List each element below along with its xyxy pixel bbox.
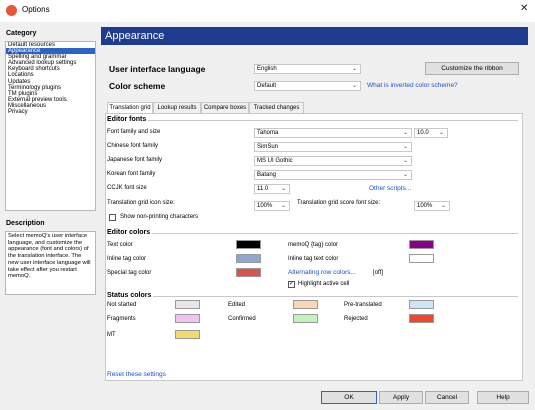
fragments-swatch[interactable] xyxy=(175,314,200,323)
title-bar: Options ✕ xyxy=(0,0,535,22)
chinese-font-select[interactable]: SimSun ⌄ xyxy=(254,142,412,152)
description-text: Select memoQ's user interface language, … xyxy=(5,231,96,295)
alternating-row-state: [off] xyxy=(373,270,383,276)
mt-swatch[interactable] xyxy=(175,330,200,339)
window-title: Options xyxy=(22,5,50,14)
chevron-down-icon: ⌄ xyxy=(280,203,286,209)
category-list[interactable]: Default resources Appearance Spelling an… xyxy=(5,41,96,211)
check-icon: ✓ xyxy=(289,281,295,287)
highlight-active-cell-label: Highlight active cell xyxy=(298,281,350,287)
divider xyxy=(152,233,518,234)
show-nonprinting-checkbox[interactable] xyxy=(109,214,116,221)
chevron-down-icon: ⌄ xyxy=(402,158,408,164)
apply-button[interactable]: Apply xyxy=(379,391,423,404)
edited-label: Edited xyxy=(228,302,246,308)
rejected-label: Rejected xyxy=(344,316,368,322)
close-icon[interactable]: ✕ xyxy=(520,3,528,14)
memoq-tag-color-swatch[interactable] xyxy=(409,240,434,249)
ok-button[interactable]: OK xyxy=(321,391,377,404)
reset-settings-link[interactable]: Reset these settings xyxy=(107,371,166,378)
chevron-down-icon: ⌄ xyxy=(351,83,357,89)
chevron-down-icon: ⌄ xyxy=(440,203,446,209)
grid-icon-size-select[interactable]: 100% ⌄ xyxy=(254,201,290,211)
grid-score-size-select[interactable]: 100% ⌄ xyxy=(414,201,450,211)
pretranslated-label: Pre-translated xyxy=(344,302,382,308)
font-family-select[interactable]: Tahoma ⌄ xyxy=(254,128,412,138)
chevron-down-icon: ⌄ xyxy=(351,66,357,72)
not-started-label: Not started xyxy=(107,302,137,308)
ui-language-value: English xyxy=(257,66,277,72)
japanese-font-value: MS UI Gothic xyxy=(257,158,293,164)
korean-font-value: Batang xyxy=(257,172,277,178)
other-scripts-link[interactable]: Other scripts... xyxy=(369,185,411,192)
ui-language-select[interactable]: English ⌄ xyxy=(254,64,361,74)
chevron-down-icon: ⌄ xyxy=(280,186,286,192)
chevron-down-icon: ⌄ xyxy=(402,130,408,136)
editor-fonts-title: Editor fonts xyxy=(107,116,147,123)
special-tag-color-swatch[interactable] xyxy=(236,268,261,277)
help-button[interactable]: Help xyxy=(477,391,529,404)
grid-icon-size-label: Translation grid icon size: xyxy=(107,200,175,206)
japanese-font-select[interactable]: MS UI Gothic ⌄ xyxy=(254,156,412,166)
text-color-swatch[interactable] xyxy=(236,240,261,249)
ccjk-size-select[interactable]: 11.0 ⌄ xyxy=(254,184,290,194)
text-color-label: Text color xyxy=(107,242,133,248)
chevron-down-icon: ⌄ xyxy=(402,172,408,178)
color-scheme-select[interactable]: Default ⌄ xyxy=(254,81,361,91)
japanese-font-label: Japanese font family xyxy=(107,157,163,163)
inverted-scheme-link[interactable]: What is inverted color scheme? xyxy=(367,82,458,89)
mt-label: MT xyxy=(107,332,116,338)
inline-tag-color-label: Inline tag color xyxy=(107,256,147,262)
rejected-swatch[interactable] xyxy=(409,314,434,323)
memoq-tag-color-label: memoQ {tag} color xyxy=(288,242,339,248)
font-size-value: 10.0 xyxy=(417,130,429,136)
inline-tag-text-color-label: Inline tag text color xyxy=(288,256,339,262)
divider xyxy=(153,296,518,297)
chevron-down-icon: ⌄ xyxy=(438,130,444,136)
grid-icon-size-value: 100% xyxy=(257,203,273,209)
ccjk-size-label: CCJK font size xyxy=(107,185,147,191)
confirmed-swatch[interactable] xyxy=(293,314,318,323)
sidebar-item-privacy[interactable]: Privacy xyxy=(6,109,95,115)
ccjk-size-value: 11.0 xyxy=(257,186,269,192)
ui-language-label: User interface language xyxy=(109,64,206,74)
chinese-font-value: SimSun xyxy=(257,144,279,150)
alternating-row-colors-link[interactable]: Alternating row colors... xyxy=(288,269,356,276)
font-family-label: Font family and size xyxy=(107,129,161,135)
grid-score-size-value: 100% xyxy=(417,203,433,209)
not-started-swatch[interactable] xyxy=(175,300,200,309)
chevron-down-icon: ⌄ xyxy=(402,144,408,150)
pretranslated-swatch[interactable] xyxy=(409,300,434,309)
fragments-label: Fragments xyxy=(107,316,136,322)
highlight-active-cell-checkbox[interactable]: ✓ xyxy=(288,281,295,288)
special-tag-color-label: Special tag color xyxy=(107,270,152,276)
editor-colors-title: Editor colors xyxy=(107,229,151,236)
page-title: Appearance xyxy=(101,27,528,45)
status-colors-title: Status colors xyxy=(107,292,152,299)
cancel-button[interactable]: Cancel xyxy=(425,391,469,404)
chinese-font-label: Chinese font family xyxy=(107,143,159,149)
show-nonprinting-label: Show non-printing characters xyxy=(120,214,199,220)
divider xyxy=(148,120,518,121)
customize-ribbon-button[interactable]: Customize the ribbon xyxy=(425,62,519,75)
font-size-select[interactable]: 10.0 ⌄ xyxy=(414,128,448,138)
font-family-value: Tahoma xyxy=(257,130,279,136)
memoq-icon xyxy=(6,5,17,16)
korean-font-select[interactable]: Batang ⌄ xyxy=(254,170,412,180)
korean-font-label: Korean font family xyxy=(107,171,156,177)
description-label: Description xyxy=(6,220,45,227)
inline-tag-text-color-swatch[interactable] xyxy=(409,254,434,263)
grid-score-size-label: Translation grid score font size: xyxy=(297,200,381,206)
inline-tag-color-swatch[interactable] xyxy=(236,254,261,263)
confirmed-label: Confirmed xyxy=(228,316,256,322)
edited-swatch[interactable] xyxy=(293,300,318,309)
color-scheme-label: Color scheme xyxy=(109,81,166,91)
color-scheme-value: Default xyxy=(257,83,277,89)
category-label: Category xyxy=(6,30,37,37)
